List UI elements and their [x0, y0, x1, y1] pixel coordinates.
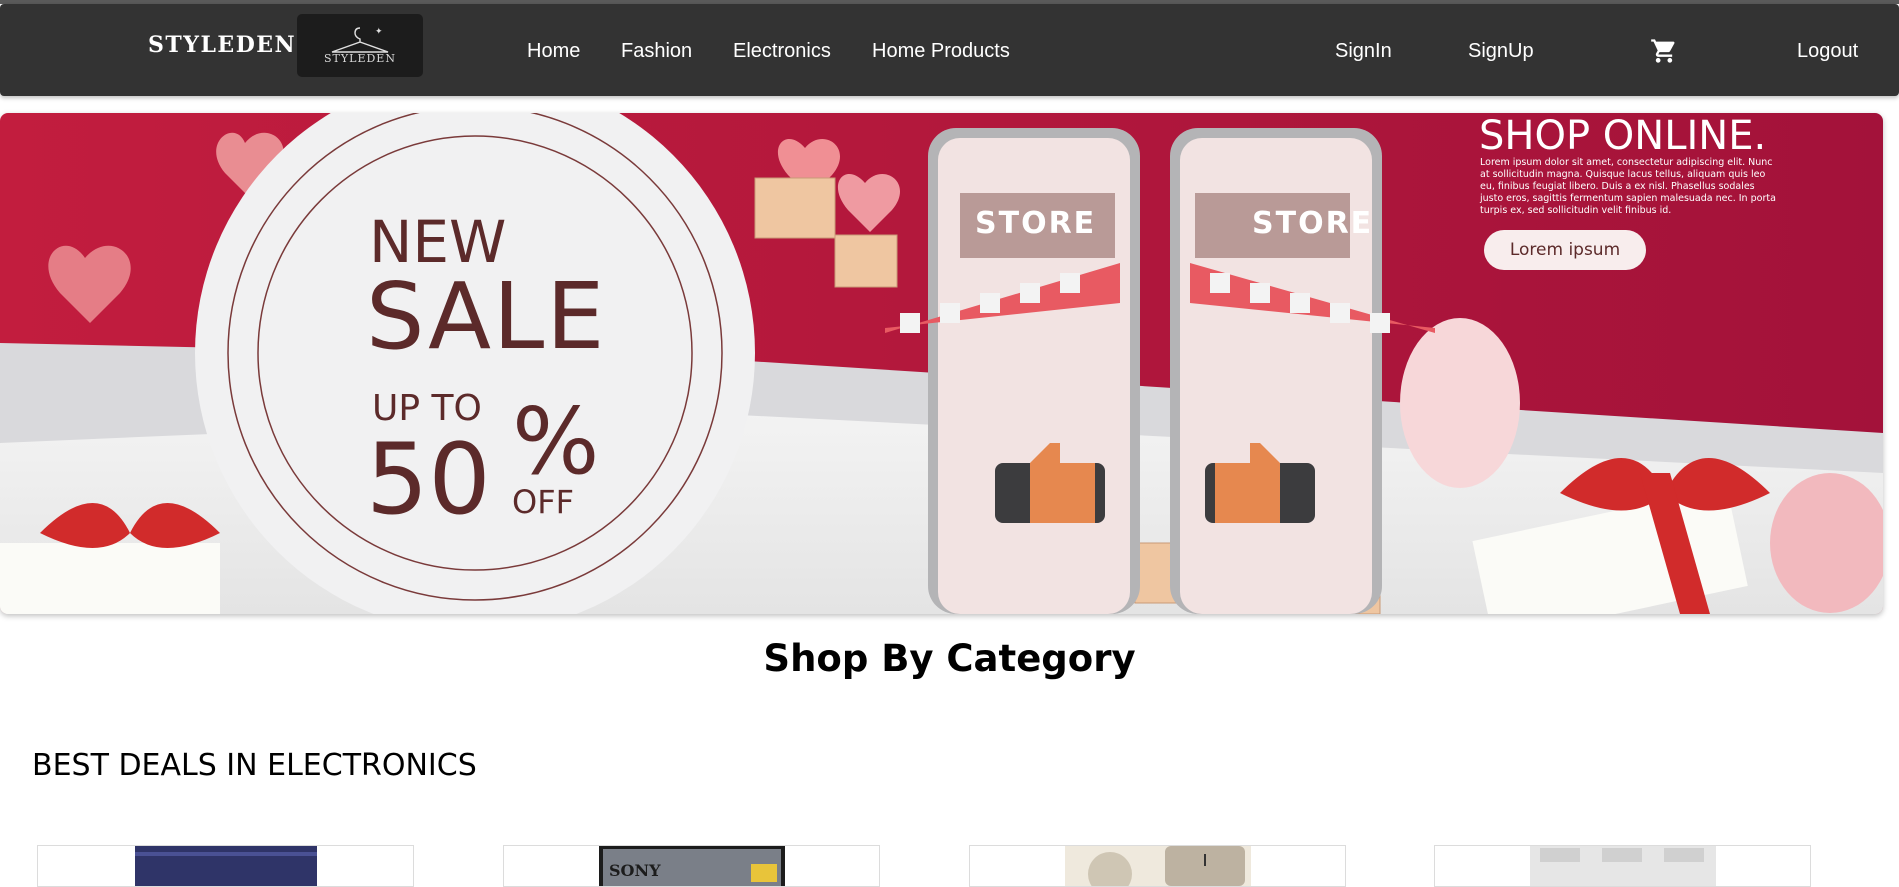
sony-tv-image: SONY — [599, 846, 785, 886]
store-label-left: STORE — [975, 206, 1097, 241]
navbar: STYLEDEN ✦ STYLEDEN Home Fashion Electro… — [0, 4, 1899, 96]
nav-fashion[interactable]: Fashion — [621, 40, 692, 63]
banner-percent-value: 50 — [366, 423, 491, 537]
product-card-refrigerator[interactable] — [1434, 845, 1811, 887]
banner-sale-text: SALE — [366, 263, 607, 370]
logout-link[interactable]: Logout — [1797, 40, 1858, 63]
shopping-cart-icon[interactable] — [1650, 37, 1678, 65]
brand-logo[interactable]: ✦ STYLEDEN — [297, 14, 423, 77]
signin-link[interactable]: SignIn — [1335, 40, 1392, 63]
washing-machine-image — [1065, 846, 1251, 886]
product-card-sony-tv[interactable]: SONY — [503, 845, 880, 887]
banner-paragraph: Lorem ipsum dolor sit amet, consectetur … — [1480, 157, 1776, 216]
nav-home-products[interactable]: Home Products — [872, 40, 1010, 63]
shop-by-category-heading: Shop By Category — [763, 637, 1136, 680]
banner-cta-button[interactable]: Lorem ipsum — [1484, 230, 1646, 270]
svg-text:✦: ✦ — [375, 27, 383, 37]
refrigerator-image — [1530, 846, 1716, 886]
best-deals-heading: BEST DEALS IN ELECTRONICS — [32, 748, 477, 783]
nav-home[interactable]: Home — [527, 40, 580, 63]
nav-electronics[interactable]: Electronics — [733, 40, 831, 63]
brand-name[interactable]: STYLEDEN — [148, 32, 296, 58]
hero-banner[interactable]: NEW SALE UP TO 50 % OFF STORE STORE SHOP… — [0, 113, 1883, 614]
hanger-icon: ✦ — [331, 27, 389, 53]
paint-bucket-image — [135, 846, 317, 886]
logo-text: STYLEDEN — [324, 52, 396, 65]
signup-link[interactable]: SignUp — [1468, 40, 1534, 63]
product-card-washing-machine[interactable] — [969, 845, 1346, 887]
product-card-paint-bucket[interactable] — [37, 845, 414, 887]
banner-off-text: OFF — [512, 483, 574, 521]
banner-shop-online: SHOP ONLINE. — [1479, 113, 1767, 159]
svg-text:SONY: SONY — [609, 861, 661, 880]
store-label-right: STORE — [1252, 206, 1374, 241]
banner-percent-sign: % — [512, 388, 600, 495]
